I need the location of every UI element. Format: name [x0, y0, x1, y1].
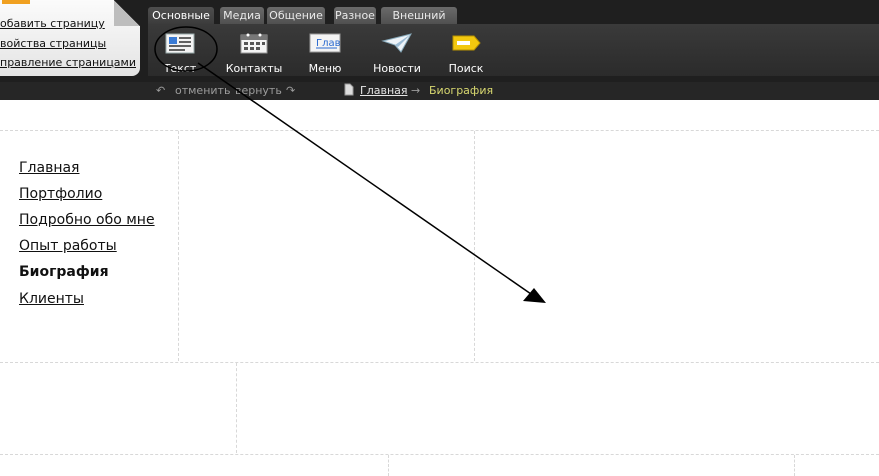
annotation-overlay [154, 26, 546, 303]
highlight-circle [154, 26, 218, 72]
annotation-arrow-line [197, 62, 532, 295]
